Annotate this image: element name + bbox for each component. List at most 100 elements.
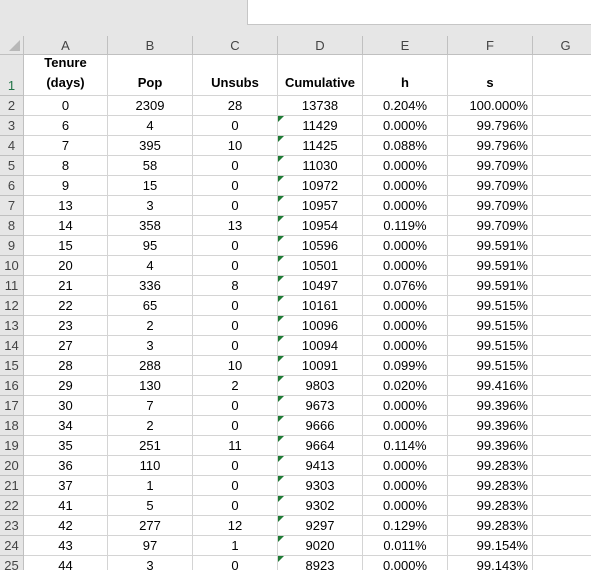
cell-cumulative[interactable]: 9303 bbox=[278, 476, 363, 496]
cell-h[interactable]: 0.114% bbox=[363, 436, 448, 456]
cell-cumulative[interactable]: 10501 bbox=[278, 256, 363, 276]
cell-tenure[interactable]: 9 bbox=[24, 176, 108, 196]
empty-cell[interactable] bbox=[533, 376, 591, 396]
cell-pop[interactable]: 4 bbox=[108, 256, 193, 276]
cell-tenure[interactable]: 14 bbox=[24, 216, 108, 236]
error-indicator-icon[interactable] bbox=[278, 476, 284, 482]
cell-tenure[interactable]: 30 bbox=[24, 396, 108, 416]
cell-unsubs[interactable]: 1 bbox=[193, 536, 278, 556]
empty-cell[interactable] bbox=[533, 276, 591, 296]
cell-unsubs[interactable]: 0 bbox=[193, 456, 278, 476]
cell-unsubs[interactable]: 0 bbox=[193, 176, 278, 196]
cell-pop[interactable]: 3 bbox=[108, 196, 193, 216]
cell-pop[interactable]: 97 bbox=[108, 536, 193, 556]
error-indicator-icon[interactable] bbox=[278, 196, 284, 202]
cell-s[interactable]: 99.283% bbox=[448, 476, 533, 496]
empty-cell[interactable] bbox=[533, 536, 591, 556]
empty-cell[interactable] bbox=[533, 176, 591, 196]
cell-h[interactable]: 0.000% bbox=[363, 476, 448, 496]
cell-pop[interactable]: 95 bbox=[108, 236, 193, 256]
cell-tenure[interactable]: 37 bbox=[24, 476, 108, 496]
cell-pop[interactable]: 15 bbox=[108, 176, 193, 196]
empty-cell[interactable] bbox=[533, 316, 591, 336]
cell-unsubs[interactable]: 0 bbox=[193, 476, 278, 496]
cell-cumulative[interactable]: 10096 bbox=[278, 316, 363, 336]
cell-s[interactable]: 99.709% bbox=[448, 156, 533, 176]
cell-cumulative[interactable]: 10091 bbox=[278, 356, 363, 376]
empty-cell[interactable] bbox=[533, 436, 591, 456]
row-number[interactable]: 2 bbox=[0, 96, 24, 116]
cell-h[interactable]: 0.000% bbox=[363, 176, 448, 196]
cell-unsubs[interactable]: 0 bbox=[193, 116, 278, 136]
cell-cumulative[interactable]: 9664 bbox=[278, 436, 363, 456]
empty-cell[interactable] bbox=[533, 476, 591, 496]
cell-pop[interactable]: 358 bbox=[108, 216, 193, 236]
cell-s[interactable]: 99.796% bbox=[448, 116, 533, 136]
cell-s[interactable]: 99.591% bbox=[448, 256, 533, 276]
cell-pop[interactable]: 7 bbox=[108, 396, 193, 416]
error-indicator-icon[interactable] bbox=[278, 376, 284, 382]
error-indicator-icon[interactable] bbox=[278, 276, 284, 282]
row-number[interactable]: 12 bbox=[0, 296, 24, 316]
cell-h[interactable]: 0.000% bbox=[363, 316, 448, 336]
cell-h[interactable]: 0.119% bbox=[363, 216, 448, 236]
column-header-f[interactable]: F bbox=[448, 36, 533, 55]
cell-tenure[interactable]: 36 bbox=[24, 456, 108, 476]
cell-pop[interactable]: 130 bbox=[108, 376, 193, 396]
empty-cell[interactable] bbox=[533, 116, 591, 136]
cell-tenure[interactable]: 23 bbox=[24, 316, 108, 336]
cell-s[interactable]: 99.396% bbox=[448, 436, 533, 456]
cell-h[interactable]: 0.000% bbox=[363, 396, 448, 416]
cell-tenure[interactable]: 44 bbox=[24, 556, 108, 570]
cell-pop[interactable]: 2 bbox=[108, 316, 193, 336]
cell-tenure[interactable]: 28 bbox=[24, 356, 108, 376]
header-cell-cumulative[interactable]: Cumulative bbox=[278, 55, 363, 96]
cell-tenure[interactable]: 41 bbox=[24, 496, 108, 516]
cell-pop[interactable]: 277 bbox=[108, 516, 193, 536]
cell-cumulative[interactable]: 9413 bbox=[278, 456, 363, 476]
cell-cumulative[interactable]: 13738 bbox=[278, 96, 363, 116]
error-indicator-icon[interactable] bbox=[278, 456, 284, 462]
cell-unsubs[interactable]: 11 bbox=[193, 436, 278, 456]
row-number[interactable]: 25 bbox=[0, 556, 24, 570]
column-header-c[interactable]: C bbox=[193, 36, 278, 55]
cell-cumulative[interactable]: 10161 bbox=[278, 296, 363, 316]
cell-tenure[interactable]: 6 bbox=[24, 116, 108, 136]
cell-unsubs[interactable]: 2 bbox=[193, 376, 278, 396]
cell-tenure[interactable]: 42 bbox=[24, 516, 108, 536]
cell-h[interactable]: 0.000% bbox=[363, 116, 448, 136]
error-indicator-icon[interactable] bbox=[278, 536, 284, 542]
cell-h[interactable]: 0.099% bbox=[363, 356, 448, 376]
error-indicator-icon[interactable] bbox=[278, 356, 284, 362]
select-all-corner[interactable] bbox=[0, 36, 24, 55]
cell-s[interactable]: 99.283% bbox=[448, 516, 533, 536]
empty-cell[interactable] bbox=[533, 216, 591, 236]
row-number[interactable]: 3 bbox=[0, 116, 24, 136]
error-indicator-icon[interactable] bbox=[278, 236, 284, 242]
cell-unsubs[interactable]: 0 bbox=[193, 496, 278, 516]
cell-pop[interactable]: 1 bbox=[108, 476, 193, 496]
cell-tenure[interactable]: 7 bbox=[24, 136, 108, 156]
cell-h[interactable]: 0.076% bbox=[363, 276, 448, 296]
empty-cell[interactable] bbox=[533, 416, 591, 436]
row-number[interactable]: 4 bbox=[0, 136, 24, 156]
cell-tenure[interactable]: 15 bbox=[24, 236, 108, 256]
cell-pop[interactable]: 2 bbox=[108, 416, 193, 436]
cell-cumulative[interactable]: 10497 bbox=[278, 276, 363, 296]
cell-unsubs[interactable]: 28 bbox=[193, 96, 278, 116]
empty-cell[interactable] bbox=[533, 356, 591, 376]
cell-cumulative[interactable]: 10596 bbox=[278, 236, 363, 256]
cell-tenure[interactable]: 20 bbox=[24, 256, 108, 276]
row-number[interactable]: 15 bbox=[0, 356, 24, 376]
cell-unsubs[interactable]: 0 bbox=[193, 296, 278, 316]
cell-h[interactable]: 0.000% bbox=[363, 256, 448, 276]
cell-h[interactable]: 0.000% bbox=[363, 156, 448, 176]
cell-tenure[interactable]: 43 bbox=[24, 536, 108, 556]
cell-tenure[interactable]: 8 bbox=[24, 156, 108, 176]
cell-cumulative[interactable]: 10094 bbox=[278, 336, 363, 356]
header-cell-h[interactable]: h bbox=[363, 55, 448, 96]
empty-cell[interactable] bbox=[533, 516, 591, 536]
empty-cell[interactable] bbox=[533, 55, 591, 96]
column-header-d[interactable]: D bbox=[278, 36, 363, 55]
cell-h[interactable]: 0.204% bbox=[363, 96, 448, 116]
